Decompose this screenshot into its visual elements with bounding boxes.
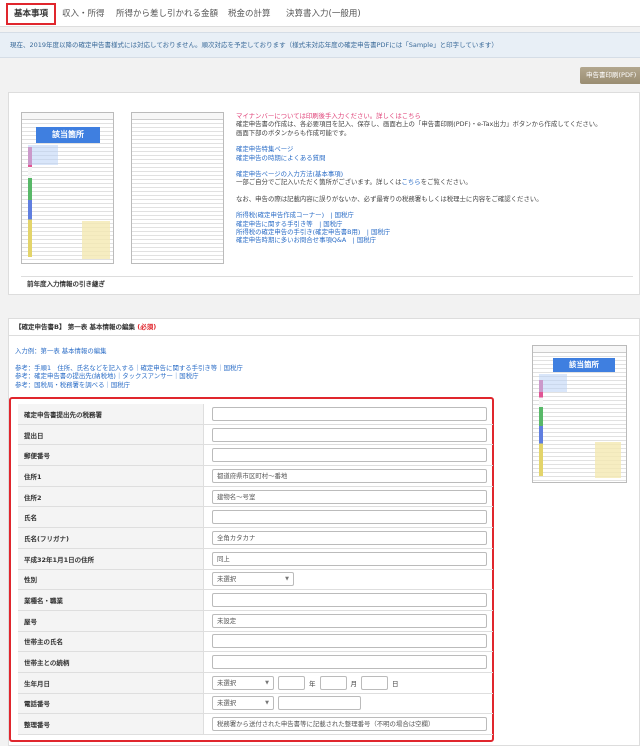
label-address-2: 住所2	[18, 486, 204, 507]
row-name: 氏名	[18, 507, 493, 529]
link-nta-1[interactable]: 所得税(確定申告作成コーナー) | 国税庁	[236, 211, 636, 219]
label-address-jan1: 平成32年1月1日の住所	[18, 548, 204, 569]
partial-fill-note: 一部ご自分でご記入いただく箇所がございます。詳しくはこちらをご覧ください。	[236, 178, 472, 187]
name-kana-input[interactable]: 全角カタカナ	[212, 530, 487, 545]
occupation-input[interactable]	[212, 593, 487, 608]
tab-income[interactable]: 収入・所得	[56, 3, 111, 25]
phone-type-select[interactable]: 未選択	[212, 696, 274, 711]
row-address-1: 住所1 都道府県市区町村〜番地	[18, 466, 493, 487]
householder-name-input[interactable]	[212, 634, 487, 649]
label-gender: 性別	[18, 569, 204, 590]
label-submission-date: 提出日	[18, 424, 204, 445]
link-nta-2[interactable]: 確定申告に関する手引き等 | 国税庁	[236, 220, 636, 228]
tab-deductions[interactable]: 所得から差し引かれる金額	[110, 3, 224, 25]
reference-link-3[interactable]: 参考：国税局・税務署を調べる｜国税庁	[15, 381, 455, 389]
day-unit: 日	[392, 679, 399, 688]
row-gender: 性別 未選択	[18, 569, 493, 591]
highlight-label: 該当箇所	[36, 127, 100, 143]
tax-form-second-page	[131, 112, 224, 264]
reference-number-input[interactable]: 税務署から送付された申告書等に記載された整理番号（不明の場合は空欄）	[212, 717, 487, 732]
address-jan1-input[interactable]: 同上	[212, 551, 487, 566]
reference-link-2[interactable]: 参考：確定申告書の提出先(納税地)｜タックスアンサー｜国税庁	[15, 372, 455, 380]
label-relationship: 世帯主との続柄	[18, 652, 204, 672]
tab-basic-info[interactable]: 基本事項	[6, 3, 57, 25]
label-householder-name: 世帯主の氏名	[18, 631, 204, 652]
row-tax-office: 確定申告書提出先の税務署	[18, 404, 493, 425]
row-submission-date: 提出日	[18, 424, 493, 446]
previous-year-import[interactable]: 前年度入力情報の引き継ぎ	[21, 276, 633, 291]
row-phone: 電話番号 未選択	[18, 693, 493, 715]
highlight-label-small: 該当箇所	[553, 358, 615, 372]
relationship-input[interactable]	[212, 655, 487, 670]
era-select[interactable]: 未選択	[212, 675, 274, 690]
row-birthdate: 生年月日 未選択 年 月 日	[18, 672, 493, 694]
link-faq[interactable]: 確定申告の時期によくある質問	[236, 154, 636, 162]
phone-number-input[interactable]	[278, 696, 361, 711]
year-unit: 年	[309, 679, 316, 688]
instruction-text-2: 画面下部のボタンからも作成可能です。	[236, 128, 351, 137]
here-link[interactable]: こちら	[402, 178, 421, 186]
label-trade-name: 屋号	[18, 610, 204, 631]
info-text: マイナンバーについては印刷後手入力ください。詳しくはこちら 確定申告書の作成は、…	[236, 112, 636, 245]
month-unit: 月	[350, 679, 358, 688]
label-reference-number: 整理番号	[18, 714, 204, 734]
info-card: 該当箇所 マイナンバーについては印刷後手入力ください。詳しくはこちら 確定申告書…	[8, 92, 640, 295]
tab-bar: 基本事項 収入・所得 所得から差し引かれる金額 税金の計算 決算書入力(一般用)	[0, 0, 640, 27]
birth-month-input[interactable]	[319, 675, 347, 690]
label-birthdate: 生年月日	[18, 672, 204, 693]
label-tax-office: 確定申告書提出先の税務署	[18, 404, 204, 424]
tax-form-thumbnail: 該当箇所	[21, 112, 114, 264]
row-reference-number: 整理番号 税務署から送付された申告書等に記載された整理番号（不明の場合は空欄）	[18, 714, 493, 735]
birth-year-input[interactable]	[278, 675, 305, 690]
postal-code-input[interactable]	[212, 448, 487, 463]
row-householder-name: 世帯主の氏名	[18, 631, 493, 653]
basic-info-form: 確定申告書提出先の税務署 提出日 郵便番号 住所1 都道府県市区町村〜番地 住所…	[18, 404, 493, 735]
birth-day-input[interactable]	[361, 675, 388, 690]
row-address-2: 住所2 建物名〜号室	[18, 486, 493, 508]
submission-date-input[interactable]	[212, 427, 487, 442]
notice-banner: 現在、2019年度以降の確定申告書様式には対応しておりません。順次対応を予定して…	[0, 32, 640, 58]
instruction-text: 確定申告書の作成は、各必要項目を記入、保存し、画面右上の「申告書印刷(PDF)・…	[236, 120, 602, 129]
tax-office-input[interactable]	[212, 406, 487, 421]
link-nta-4[interactable]: 確定申告時期に多いお問合せ事項Q&A | 国税庁	[236, 236, 636, 244]
input-example-link[interactable]: 入力例：第一表 基本情報の編集	[15, 347, 455, 355]
section-title: 【確定申告書B】 第一表 基本情報の編集 (必須)	[9, 319, 639, 336]
name-input[interactable]	[212, 510, 487, 525]
row-trade-name: 屋号 未設定	[18, 610, 493, 632]
row-occupation: 業種名・職業	[18, 590, 493, 611]
label-address-1: 住所1	[18, 466, 204, 486]
row-relationship: 世帯主との続柄	[18, 652, 493, 673]
tab-tax-calculation[interactable]: 税金の計算	[222, 3, 277, 25]
address-2-input[interactable]: 建物名〜号室	[212, 489, 487, 504]
row-postal-code: 郵便番号	[18, 445, 493, 467]
basic-info-card: 【確定申告書B】 第一表 基本情報の編集 (必須) 入力例：第一表 基本情報の編…	[8, 318, 640, 746]
label-phone: 電話番号	[18, 693, 204, 714]
address-1-input[interactable]: 都道府県市区町村〜番地	[212, 468, 487, 483]
gender-select[interactable]: 未選択	[212, 572, 294, 587]
print-pdf-button[interactable]: 申告書印刷(PDF)	[580, 67, 640, 84]
label-name-kana: 氏名(フリガナ)	[18, 528, 204, 548]
tax-form-thumbnail-small: 該当箇所	[532, 345, 627, 483]
reference-links: 入力例：第一表 基本情報の編集 参考：手順1 住所、氏名などを記入する｜確定申告…	[15, 347, 455, 389]
tab-financial-statement[interactable]: 決算書入力(一般用)	[280, 3, 367, 25]
label-postal-code: 郵便番号	[18, 445, 204, 466]
row-name-kana: 氏名(フリガナ) 全角カタカナ	[18, 528, 493, 549]
row-address-jan1: 平成32年1月1日の住所 同上	[18, 548, 493, 570]
label-occupation: 業種名・職業	[18, 590, 204, 610]
required-badge: (必須)	[137, 323, 157, 331]
label-name: 氏名	[18, 507, 204, 528]
trade-name-input[interactable]: 未設定	[212, 613, 487, 628]
confirm-note: なお、申告の際は記載内容に誤りがないか、必ず最寄りの税務署もしくは税理士に内容を…	[236, 194, 543, 203]
link-special-page[interactable]: 確定申告特集ページ	[236, 145, 636, 153]
